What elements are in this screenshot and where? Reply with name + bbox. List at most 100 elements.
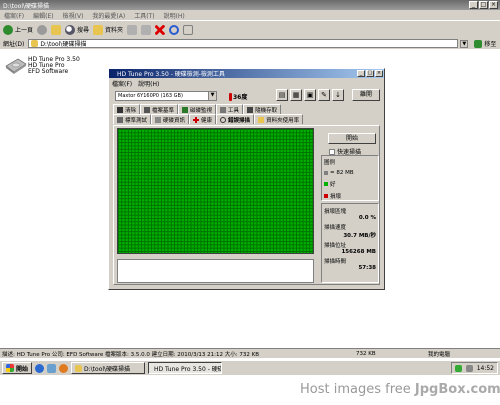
hdtune-maximize-button[interactable]: □ — [366, 70, 374, 77]
start-menu-button[interactable]: 開始 — [2, 362, 33, 374]
download-button[interactable]: ↓ — [332, 89, 344, 101]
status-zone: 我的電腦 — [428, 351, 451, 358]
watermark: Host images free JpgBox.com — [300, 382, 500, 397]
tab-error-scan[interactable]: 錯誤掃描 — [216, 114, 255, 124]
back-button[interactable]: 上一頁 — [3, 24, 33, 35]
copy-screenshot-button[interactable]: ▦ — [290, 89, 302, 101]
maximize-button[interactable]: □ — [479, 1, 488, 9]
hdtune-close-button[interactable]: × — [375, 70, 383, 77]
options-button[interactable]: ✎ — [318, 89, 330, 101]
stat-value: 57:38 — [358, 265, 376, 271]
save-screenshot-button[interactable]: ▣ — [304, 89, 316, 101]
legend-title: 圖例 — [324, 160, 336, 166]
menu-tools[interactable]: 工具(T) — [134, 11, 154, 20]
undo-icon[interactable] — [169, 24, 180, 35]
folder-icon — [258, 116, 265, 123]
scan-stats-box: 損壞區塊 0.0 % 掃描速度 30.7 MB/秒 掃描位址 156268 MB… — [321, 203, 379, 283]
address-input[interactable]: D:\tool\硬碟掃描 — [28, 39, 459, 48]
erase-icon — [117, 106, 123, 113]
error-scan-block-grid — [117, 128, 314, 254]
exit-button[interactable]: 離開 — [352, 89, 380, 101]
stat-label: 掃描速度 — [324, 225, 347, 231]
back-arrow-icon — [3, 24, 13, 35]
start-button[interactable]: 開始 — [328, 133, 376, 144]
system-tray: 14:52 — [450, 362, 498, 374]
volume-icon[interactable] — [465, 364, 473, 372]
status-bar: 描述: HD Tune Pro 公司: EFD Software 檔案版本: 3… — [0, 348, 500, 358]
menu-file[interactable]: 檔案(F) — [4, 11, 24, 20]
file-icon — [144, 106, 151, 113]
tab-erase[interactable]: 清除 — [113, 104, 141, 114]
explorer-title-bar: D:\tool\硬碟掃描 _ □ × — [0, 0, 500, 10]
menu-edit[interactable]: 編輯(E) — [33, 11, 53, 20]
legend-swatch — [324, 171, 328, 175]
hdtune-minimize-button[interactable]: _ — [357, 70, 365, 77]
tab-info[interactable]: 硬碟資訊 — [151, 114, 190, 124]
hdtune-title: HD Tune Pro 3.50 - 硬碟檢測-檢測工具 — [117, 71, 225, 78]
chevron-down-icon: ▼ — [208, 92, 216, 100]
menu-favorites[interactable]: 我的最愛(A) — [92, 11, 125, 20]
quick-scan-checkbox[interactable] — [329, 148, 335, 155]
move-to-icon[interactable] — [127, 24, 138, 35]
address-dropdown-button[interactable]: ▼ — [460, 39, 469, 48]
address-label: 網址(D) — [3, 41, 25, 48]
copy-to-icon[interactable] — [141, 24, 152, 35]
search-icon — [65, 24, 76, 35]
drive-select[interactable]: Maxtor 6Y160P0 (163 GB) ▼ — [115, 91, 217, 101]
go-button[interactable]: 移至 — [474, 39, 496, 48]
tab-health[interactable]: 健康 — [189, 114, 217, 124]
delete-icon[interactable] — [155, 24, 166, 35]
tab-row-bottom: 標準測試 硬碟資訊 健康 錯誤掃描 資料夾使用率 — [113, 114, 304, 124]
task-explorer[interactable]: D:\tool\硬碟掃描 — [71, 362, 146, 374]
tab-random-access[interactable]: 隨機存取 — [243, 104, 282, 114]
folder-icon — [93, 24, 104, 35]
clock: 14:52 — [476, 364, 494, 372]
status-size: 732 KB — [356, 350, 376, 357]
tab-tools[interactable]: 工具 — [216, 104, 244, 114]
stat-label: 損壞區塊 — [324, 209, 347, 215]
window-title: D:\tool\硬碟掃描 — [3, 2, 50, 10]
legend-swatch — [324, 182, 328, 186]
address-bar: 網址(D) D:\tool\硬碟掃描 ▼ 移至 — [0, 38, 500, 49]
benchmark-icon — [117, 116, 123, 123]
quick-launch-desktop-icon[interactable] — [47, 363, 57, 373]
hdtune-window: HD Tune Pro 3.50 - 硬碟檢測-檢測工具 _ □ × 檔案(F)… — [108, 68, 385, 290]
stat-label: 掃描時間 — [324, 259, 347, 265]
monitor-icon — [182, 106, 189, 113]
status-text: 描述: HD Tune Pro 公司: EFD Software 檔案版本: 3… — [2, 351, 260, 358]
search-button[interactable]: 搜尋 — [65, 24, 89, 35]
close-button[interactable]: × — [489, 1, 498, 9]
forward-button[interactable] — [37, 24, 48, 35]
folder-icon — [31, 40, 39, 47]
hdtune-file-label: HD Tune Pro 3.50 HD Tune Pro EFD Softwar… — [28, 56, 80, 75]
info-icon — [155, 116, 162, 123]
minimize-button[interactable]: _ — [469, 1, 478, 9]
scan-log-box — [117, 259, 314, 283]
forward-arrow-icon — [37, 24, 48, 35]
tools-icon — [220, 106, 227, 113]
task-hdtune[interactable]: HD Tune Pro 3.50 - 硬碟... — [148, 362, 223, 374]
magnifier-icon — [220, 116, 227, 123]
tab-file-benchmark[interactable]: 檔案基準 — [140, 104, 179, 114]
thermometer-icon — [229, 92, 232, 101]
legend-box: 圖例 = 82 MB 好 損壞 — [321, 155, 379, 201]
hdtune-menu-file[interactable]: 檔案(F) — [112, 79, 132, 88]
tab-folder-usage[interactable]: 資料夾使用率 — [254, 114, 304, 124]
toolbar: 上一頁 搜尋 資料夾 — [0, 20, 500, 38]
tray-icon[interactable] — [454, 364, 462, 372]
quick-launch-media-icon[interactable] — [59, 363, 69, 373]
up-folder-icon[interactable] — [51, 24, 62, 35]
hdtune-file-icon[interactable] — [4, 56, 28, 76]
quick-launch-ie-icon[interactable] — [35, 363, 45, 373]
copy-text-button[interactable]: ▤ — [276, 89, 288, 101]
tab-disk-monitor[interactable]: 磁碟監視 — [178, 104, 217, 114]
windows-logo-icon — [6, 364, 14, 372]
hdtune-menu-help[interactable]: 說明(H) — [138, 79, 159, 88]
menu-view[interactable]: 檢視(V) — [63, 11, 84, 20]
menu-help[interactable]: 說明(H) — [164, 11, 185, 20]
health-cross-icon — [193, 116, 200, 123]
stat-value: 30.7 MB/秒 — [343, 233, 376, 239]
folders-button[interactable]: 資料夾 — [93, 24, 123, 35]
tab-benchmark[interactable]: 標準測試 — [113, 114, 152, 124]
views-icon[interactable] — [183, 24, 194, 35]
